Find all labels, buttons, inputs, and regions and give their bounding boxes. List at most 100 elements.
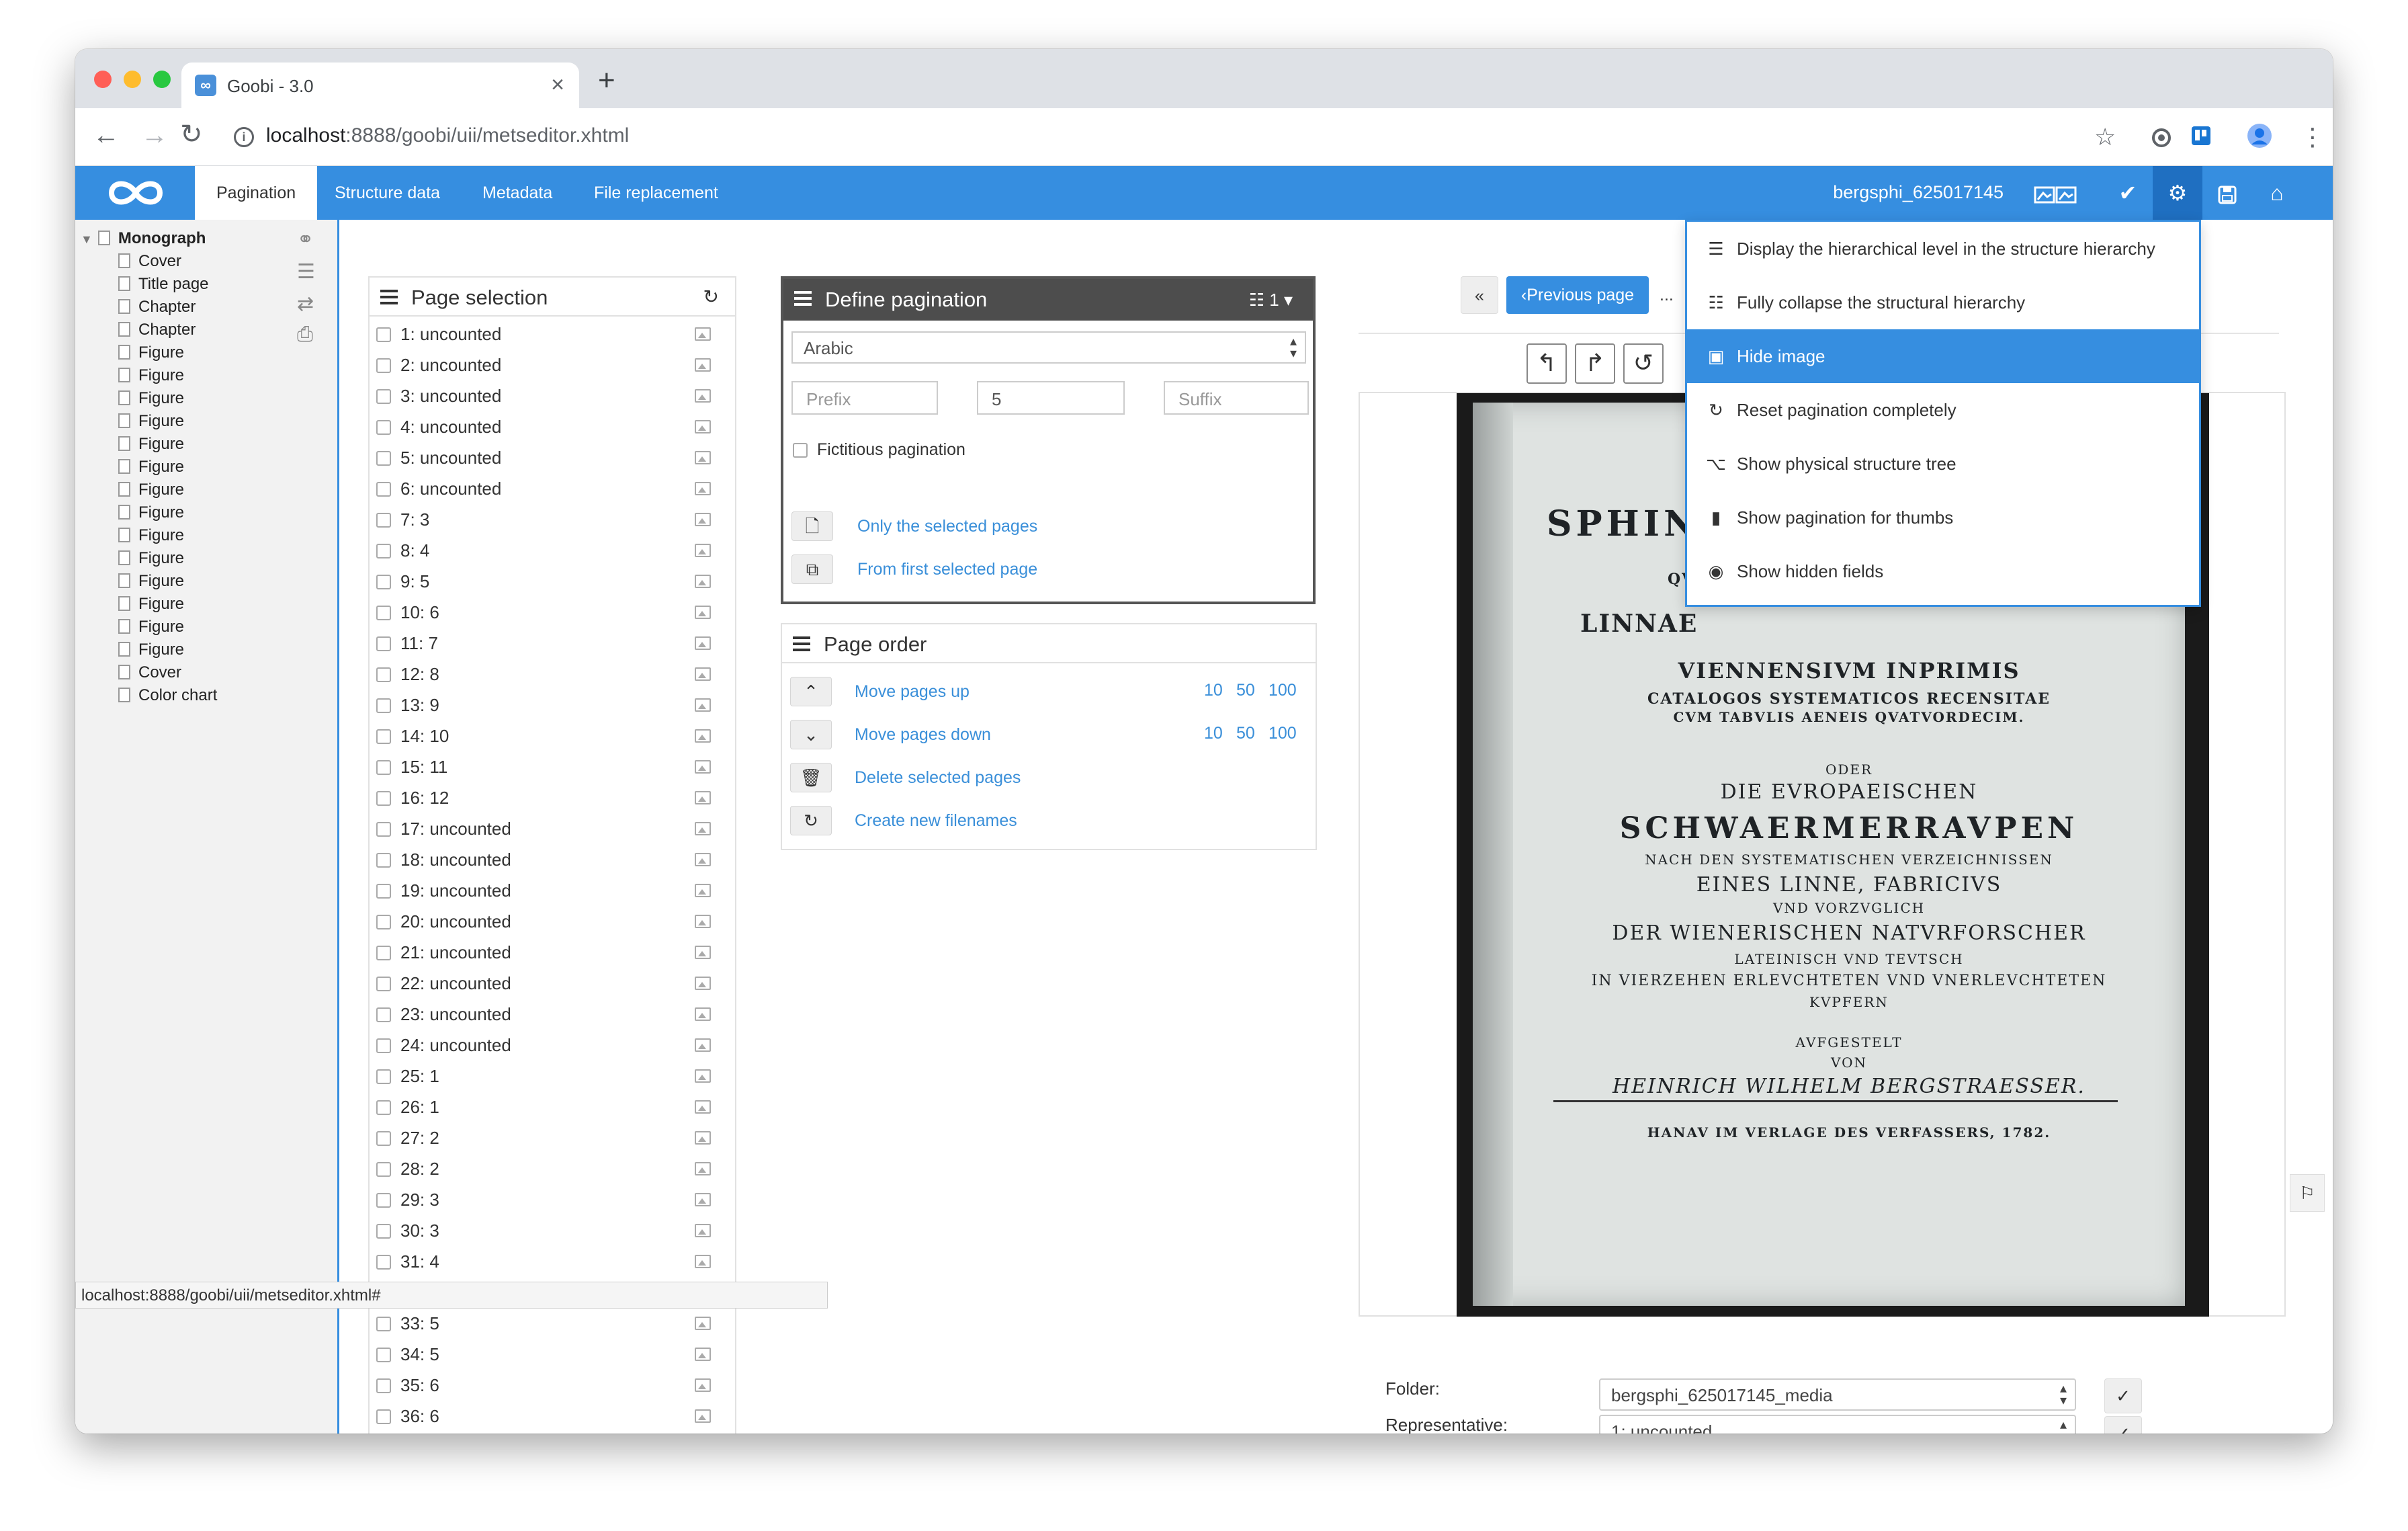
rotate-right-icon[interactable]: ↱	[1575, 343, 1615, 384]
pagination-mode-dropdown[interactable]: ☷ 1 ▾	[1249, 290, 1293, 311]
page-checkbox[interactable]	[376, 729, 391, 744]
page-row[interactable]: 18: uncounted	[376, 846, 712, 877]
create-new-filenames-link[interactable]: Create new filenames	[855, 811, 1017, 831]
menu-item-show-pagination-for-thumbs[interactable]: ▮ Show pagination for thumbs	[1687, 491, 2199, 544]
browser-menu-icon[interactable]: ⋮	[2300, 123, 2325, 151]
delete-selected-pages-link[interactable]: Delete selected pages	[855, 768, 1021, 788]
gear-icon[interactable]: ⚙	[2153, 166, 2202, 220]
image-icon[interactable]	[695, 1348, 711, 1361]
page-checkbox[interactable]	[376, 420, 391, 435]
images-icon[interactable]	[2030, 166, 2080, 220]
image-icon[interactable]	[695, 1069, 711, 1083]
page-row[interactable]: 3: uncounted	[376, 382, 712, 413]
page-checkbox[interactable]	[376, 358, 391, 373]
page-row[interactable]: 13: 9	[376, 692, 712, 722]
page-row[interactable]: 17: uncounted	[376, 815, 712, 846]
image-icon[interactable]	[695, 822, 711, 835]
page-row[interactable]: 23: uncounted	[376, 1001, 712, 1032]
tab-pagination[interactable]: Pagination	[195, 166, 318, 220]
image-icon[interactable]	[695, 544, 711, 557]
maximize-window-button[interactable]	[153, 71, 171, 88]
page-checkbox[interactable]	[376, 513, 391, 528]
extension-board-icon[interactable]	[2190, 124, 2212, 153]
page-checkbox[interactable]	[376, 327, 391, 342]
page-checkbox[interactable]	[376, 1348, 391, 1362]
page-row[interactable]: 36: 6	[376, 1403, 712, 1434]
image-icon[interactable]	[695, 636, 711, 650]
page-row[interactable]: 12: 8	[376, 661, 712, 692]
page-checkbox[interactable]	[376, 389, 391, 404]
image-icon[interactable]	[695, 1409, 711, 1423]
page-row[interactable]: 2: uncounted	[376, 351, 712, 382]
page-row[interactable]: 4: uncounted	[376, 413, 712, 444]
image-icon[interactable]	[695, 1038, 711, 1052]
tree-item[interactable]: Figure	[118, 595, 184, 614]
new-tab-icon[interactable]: +	[598, 64, 615, 97]
confirm-folder-icon[interactable]: ✓	[2104, 1378, 2142, 1413]
move-up-10[interactable]: 10	[1204, 681, 1223, 700]
tab-file-replacement[interactable]: File replacement	[572, 166, 740, 220]
page-checkbox[interactable]	[376, 822, 391, 837]
page-checkbox[interactable]	[376, 884, 391, 899]
tree-item[interactable]: Figure	[118, 572, 184, 591]
page-row[interactable]: 26: 1	[376, 1093, 712, 1124]
move-up-50[interactable]: 50	[1236, 681, 1255, 700]
tree-item[interactable]: Figure	[118, 343, 184, 362]
image-icon[interactable]	[695, 884, 711, 897]
image-icon[interactable]	[695, 513, 711, 526]
page-checkbox[interactable]	[376, 667, 391, 682]
image-icon[interactable]	[695, 1100, 711, 1114]
tab-metadata[interactable]: Metadata	[461, 166, 574, 220]
image-icon[interactable]	[695, 606, 711, 619]
image-icon[interactable]	[695, 358, 711, 372]
tree-item[interactable]: Figure	[118, 458, 184, 477]
image-icon[interactable]	[695, 791, 711, 804]
page-checkbox[interactable]	[376, 606, 391, 620]
tree-item[interactable]: Cover	[118, 252, 181, 271]
page-row[interactable]: 1: uncounted	[376, 321, 712, 351]
page-row[interactable]: 34: 5	[376, 1341, 712, 1372]
move-pages-down-link[interactable]: Move pages down	[855, 725, 991, 745]
reset-rotation-icon[interactable]: ↺	[1623, 343, 1664, 384]
page-checkbox[interactable]	[376, 1007, 391, 1022]
image-icon[interactable]	[695, 1131, 711, 1145]
browser-tab[interactable]: ∞ Goobi - 3.0 ×	[181, 63, 579, 108]
only-selected-pages-link[interactable]: Only the selected pages	[857, 517, 1037, 536]
print-icon[interactable]: ⎙	[297, 323, 313, 346]
pagination-type-select[interactable]: Arabic ▴ ▾	[791, 331, 1306, 364]
copy-icon[interactable]: ⧉	[791, 554, 833, 584]
move-down-50[interactable]: 50	[1236, 724, 1255, 743]
link-icon[interactable]: ⚭	[297, 228, 314, 251]
suffix-input[interactable]: Suffix	[1164, 381, 1309, 415]
page-row[interactable]: 20: uncounted	[376, 908, 712, 939]
image-icon[interactable]	[695, 1193, 711, 1206]
image-icon[interactable]	[695, 1224, 711, 1237]
page-row[interactable]: 22: uncounted	[376, 970, 712, 1001]
menu-item-fully-collapse-the-structural-hierarchy[interactable]: ☷ Fully collapse the structural hierarchy	[1687, 276, 2199, 329]
image-icon[interactable]	[695, 451, 711, 464]
close-window-button[interactable]	[94, 71, 112, 88]
previous-page-button[interactable]: ‹Previous page	[1506, 276, 1649, 314]
page-row[interactable]: 5: uncounted	[376, 444, 712, 475]
page-checkbox[interactable]	[376, 1224, 391, 1239]
bookmark-star-icon[interactable]: ☆	[2094, 123, 2116, 151]
prefix-input[interactable]: Prefix	[791, 381, 938, 415]
bookmark-icon[interactable]: ⚐	[2290, 1174, 2325, 1212]
hamburger-icon[interactable]	[380, 290, 398, 308]
page-row[interactable]: 31: 4	[376, 1248, 712, 1279]
tree-item[interactable]: Figure	[118, 526, 184, 545]
tree-item[interactable]: Figure	[118, 503, 184, 522]
tree-item[interactable]: Figure	[118, 549, 184, 568]
trash-icon[interactable]: 🗑	[790, 763, 832, 792]
menu-item-hide-image[interactable]: ▣ Hide image	[1687, 329, 2199, 383]
page-checkbox[interactable]	[376, 1317, 391, 1331]
tab-structure-data[interactable]: Structure data	[313, 166, 462, 220]
save-icon[interactable]	[2202, 166, 2252, 220]
menu-item-show-hidden-fields[interactable]: ◉ Show hidden fields	[1687, 544, 2199, 598]
tree-item[interactable]: Chapter	[118, 321, 196, 339]
forward-icon[interactable]: →	[141, 120, 168, 151]
page-row[interactable]: 24: uncounted	[376, 1032, 712, 1063]
page-checkbox[interactable]	[376, 1069, 391, 1084]
page-row[interactable]: 30: 3	[376, 1217, 712, 1248]
chevron-up-icon[interactable]: ⌃	[790, 677, 832, 706]
